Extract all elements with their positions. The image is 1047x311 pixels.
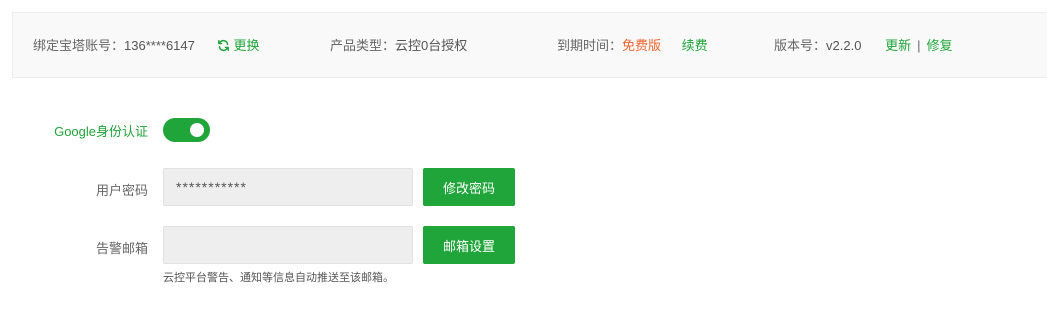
account-label: 绑定宝塔账号： [33,38,125,53]
change-account-label: 更换 [233,38,260,53]
email-label: 告警邮箱 [95,241,148,256]
email-field[interactable] [163,226,413,264]
account-info-bar: 绑定宝塔账号：136****6147 更换 产品类型：云控0台授权 到期时间：免… [12,12,1047,78]
link-separator: | [917,38,921,53]
password-field[interactable] [163,168,413,206]
account-info: 绑定宝塔账号：136****6147 更换 [33,38,260,54]
renew-link[interactable]: 续费 [682,38,708,53]
toggle-knob [190,123,204,137]
version-label: 版本号： [774,38,827,53]
product-label: 产品类型： [330,38,396,53]
product-value: 云控0台授权 [395,38,468,53]
version-info: 版本号：v2.2.0 更新 | 修复 [774,38,952,54]
refresh-icon [217,39,229,52]
google-auth-toggle[interactable] [163,118,210,142]
email-hint: 云控平台警告、通知等信息自动推送至该邮箱。 [163,272,394,284]
email-settings-button[interactable]: 邮箱设置 [423,226,515,264]
change-password-button[interactable]: 修改密码 [423,168,515,206]
google-auth-label: Google身份认证 [54,124,148,139]
expiry-label: 到期时间： [557,38,623,53]
product-info: 产品类型：云控0台授权 [330,38,467,54]
expiry-value: 免费版 [622,38,662,53]
version-value: v2.2.0 [826,38,862,53]
account-value: 136****6147 [124,38,195,53]
update-link[interactable]: 更新 [885,38,911,53]
repair-link[interactable]: 修复 [926,38,952,53]
password-label: 用户密码 [95,183,148,198]
change-account-link[interactable]: 更换 [217,38,260,53]
expiry-info: 到期时间：免费版 续费 [557,38,708,54]
